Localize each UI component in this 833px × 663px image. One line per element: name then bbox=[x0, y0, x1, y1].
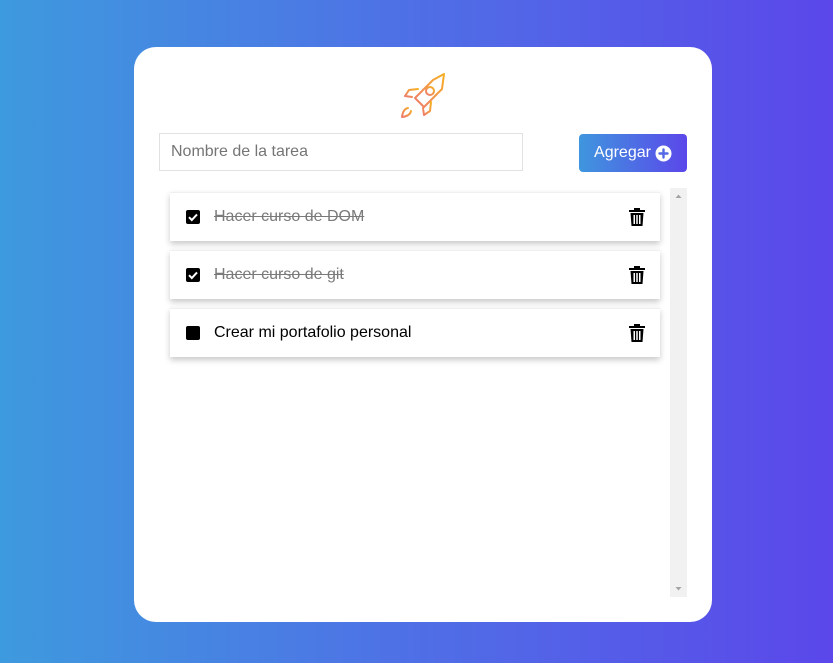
scroll-up-arrow-icon[interactable] bbox=[670, 188, 687, 205]
todo-card: Agregar Hacer curso de DOM bbox=[134, 47, 712, 622]
trash-icon[interactable] bbox=[629, 324, 645, 342]
task-checkbox-checked[interactable] bbox=[186, 210, 200, 224]
task-item: Hacer curso de git bbox=[170, 250, 660, 299]
task-item: Crear mi portafolio personal bbox=[170, 308, 660, 357]
task-list: Hacer curso de DOM Hacer curso de git Cr… bbox=[170, 192, 660, 366]
plus-circle-icon bbox=[655, 145, 672, 161]
task-name-input[interactable] bbox=[159, 133, 523, 171]
check-icon bbox=[188, 271, 198, 280]
add-task-button[interactable]: Agregar bbox=[579, 134, 687, 172]
rocket-icon bbox=[401, 73, 445, 118]
add-button-label: Agregar bbox=[594, 144, 651, 161]
task-checkbox-unchecked[interactable] bbox=[186, 326, 200, 340]
task-list-container: Hacer curso de DOM Hacer curso de git Cr… bbox=[159, 188, 687, 597]
task-item: Hacer curso de DOM bbox=[170, 192, 660, 241]
trash-icon[interactable] bbox=[629, 266, 645, 284]
trash-icon[interactable] bbox=[629, 208, 645, 226]
task-text: Hacer curso de git bbox=[214, 266, 344, 283]
task-text: Hacer curso de DOM bbox=[214, 208, 365, 225]
check-icon bbox=[188, 213, 198, 222]
scroll-down-arrow-icon[interactable] bbox=[670, 580, 687, 597]
scrollbar[interactable] bbox=[670, 188, 687, 597]
task-text: Crear mi portafolio personal bbox=[214, 324, 412, 341]
task-checkbox-checked[interactable] bbox=[186, 268, 200, 282]
